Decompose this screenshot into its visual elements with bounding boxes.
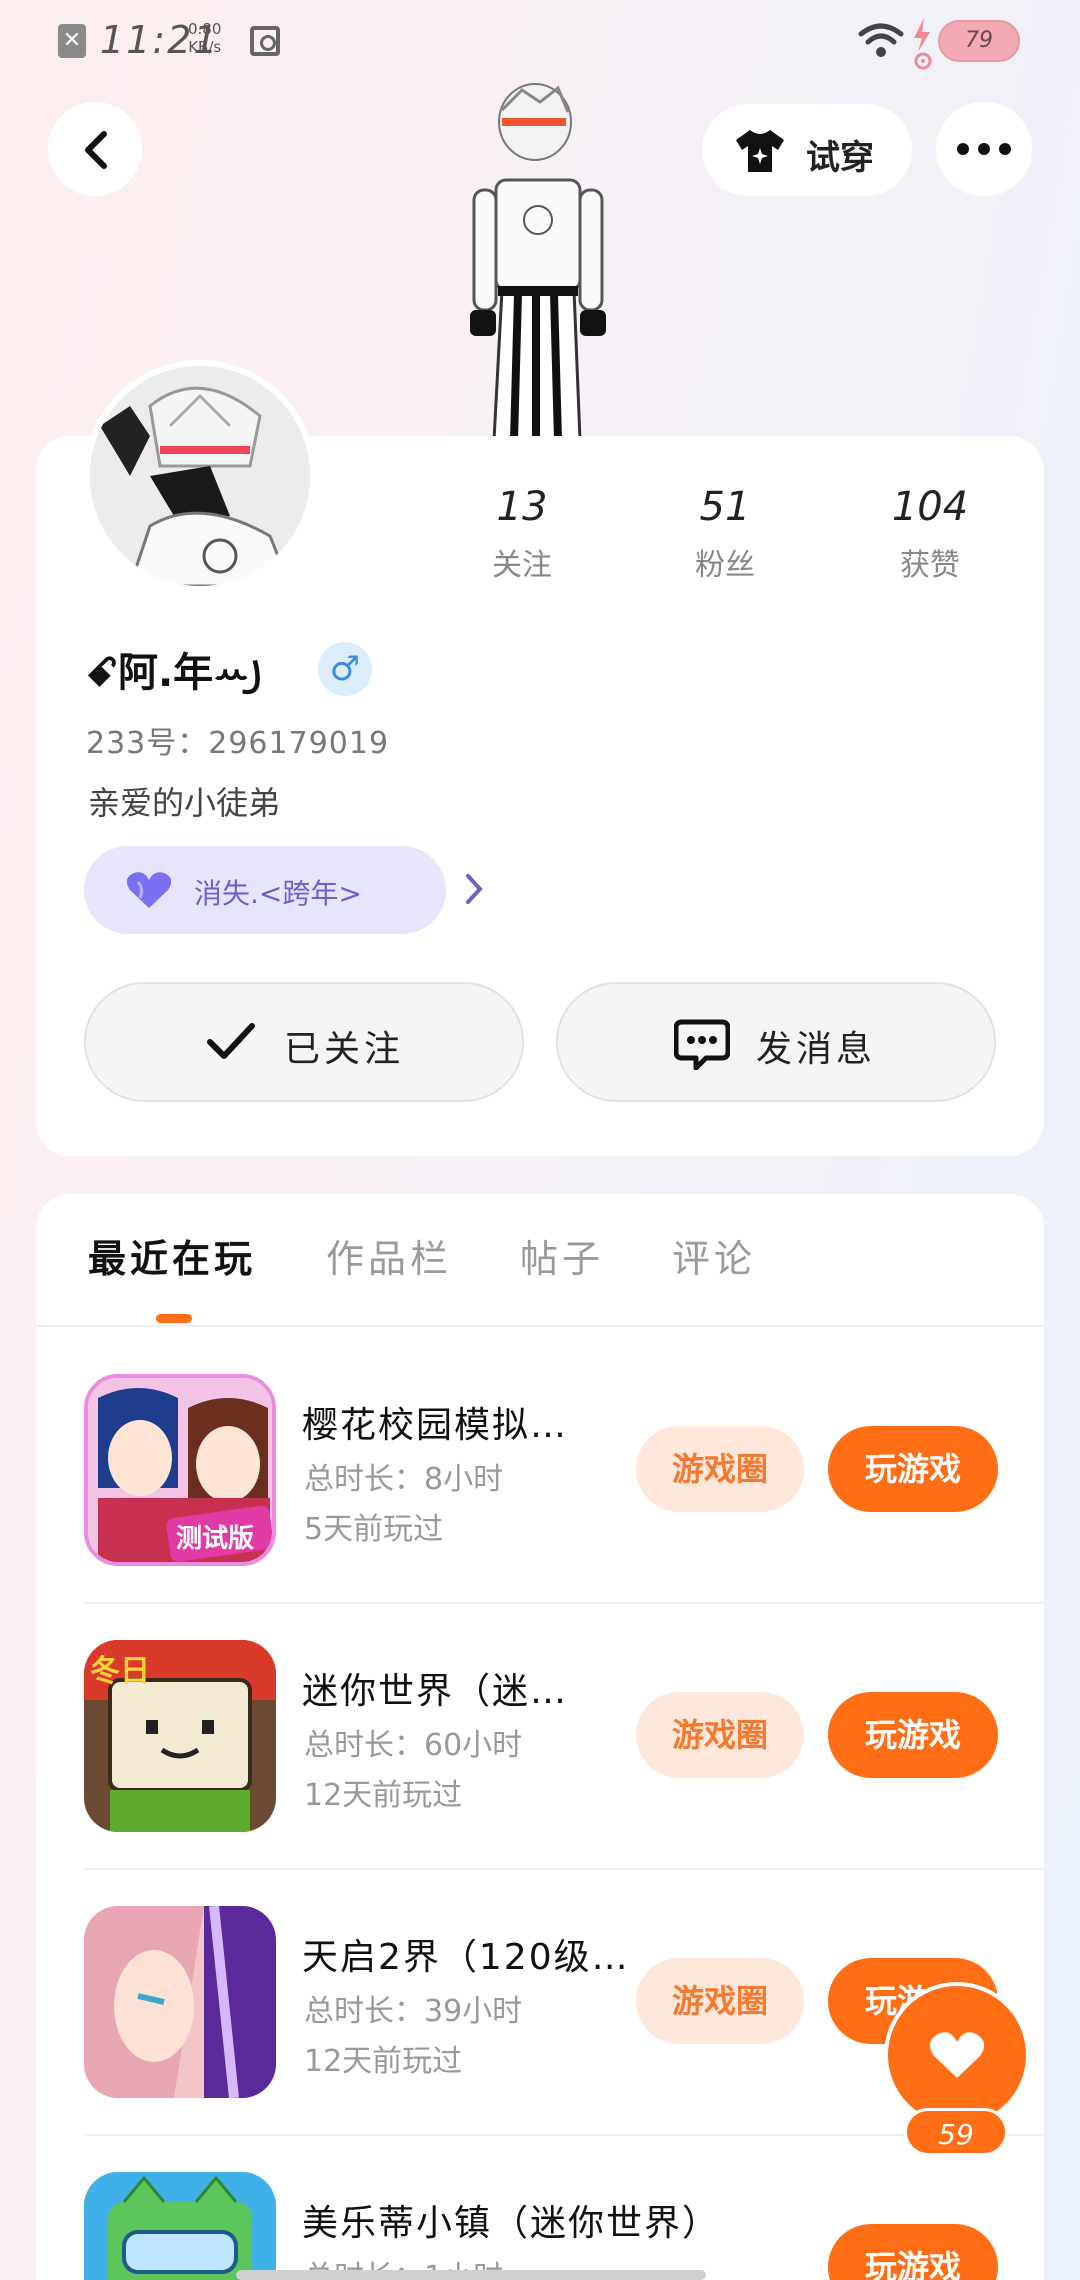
game-name: 美乐蒂小镇（迷你世界） bbox=[302, 2203, 721, 2244]
play-game-button[interactable]: 玩游戏 bbox=[828, 2224, 998, 2280]
game-icon-melody-town[interactable] bbox=[84, 2172, 276, 2280]
stat-value: 104 bbox=[891, 484, 969, 530]
male-gender-icon: ♂ bbox=[318, 642, 372, 696]
stat-likes[interactable]: 104 获赞 bbox=[860, 484, 1000, 584]
stat-value: 51 bbox=[699, 484, 751, 530]
play-game-button[interactable]: 玩游戏 bbox=[828, 1692, 998, 1778]
game-icon-tianqi-2[interactable] bbox=[84, 1906, 276, 2098]
active-tab-indicator bbox=[156, 1314, 192, 1323]
send-message-button[interactable]: 发消息 bbox=[556, 982, 996, 1102]
game-icon-badge: 冬日 bbox=[90, 1654, 150, 1689]
like-floating-button[interactable] bbox=[884, 1982, 1030, 2128]
screenshot-icon bbox=[250, 26, 280, 56]
game-duration: 总时长：39小时 bbox=[304, 1994, 523, 2029]
followed-button[interactable]: 已关注 bbox=[84, 982, 524, 1102]
back-button[interactable] bbox=[48, 102, 142, 196]
try-on-label: 试穿 bbox=[806, 138, 874, 178]
game-circle-button[interactable]: 游戏圈 bbox=[636, 1958, 804, 2044]
tab-posts[interactable]: 帖子 bbox=[520, 1228, 604, 1283]
followed-label: 已关注 bbox=[284, 1029, 405, 1070]
game-icon-sakura-school[interactable]: 测试版 bbox=[84, 1374, 276, 1566]
game-duration: 总时长：60小时 bbox=[304, 1728, 523, 1763]
tab-works[interactable]: 作品栏 bbox=[326, 1228, 452, 1283]
network-speed: 0.80 KB/s bbox=[188, 20, 221, 56]
game-name: 天启2界（120级… bbox=[302, 1937, 630, 1978]
try-on-button[interactable]: 试穿 bbox=[702, 104, 912, 196]
stat-label: 粉丝 bbox=[695, 548, 755, 583]
shirt-icon bbox=[736, 130, 784, 172]
more-dots-icon bbox=[957, 143, 1011, 155]
stat-label: 关注 bbox=[492, 548, 552, 583]
more-options-button[interactable] bbox=[936, 102, 1032, 196]
game-last-played: 5天前玩过 bbox=[304, 1512, 444, 1547]
stat-value: 13 bbox=[496, 484, 548, 530]
stat-label: 获赞 bbox=[900, 548, 960, 583]
tab-divider bbox=[36, 1325, 1044, 1327]
chevron-left-icon bbox=[85, 131, 107, 169]
tab-recently-played[interactable]: 最近在玩 bbox=[88, 1228, 256, 1283]
row-divider bbox=[84, 2134, 1044, 2136]
speed-unit: KB/s bbox=[188, 38, 222, 56]
game-name: 迷你世界（迷… bbox=[302, 1671, 569, 1712]
user-id[interactable]: 233号：296179019 bbox=[86, 718, 389, 762]
battery-indicator: 79 bbox=[938, 20, 1020, 62]
nickname: ꗃ阿.年ꕀ꠸ bbox=[86, 650, 262, 696]
chevron-right-icon bbox=[466, 874, 483, 904]
play-game-button[interactable]: 玩游戏 bbox=[828, 1426, 998, 1512]
game-circle-button[interactable]: 游戏圈 bbox=[636, 1426, 804, 1512]
purple-heart-icon bbox=[126, 872, 172, 908]
like-count: 59 bbox=[904, 2108, 1008, 2156]
send-message-label: 发消息 bbox=[756, 1029, 877, 1070]
game-last-played: 12天前玩过 bbox=[304, 1778, 463, 1813]
tab-comments[interactable]: 评论 bbox=[672, 1228, 756, 1283]
charging-icon bbox=[914, 18, 932, 70]
game-icon-mini-world[interactable]: 冬日 bbox=[84, 1640, 276, 1832]
stat-following[interactable]: 13 关注 bbox=[452, 484, 592, 584]
row-divider bbox=[84, 1868, 1044, 1870]
tag-label: 消失.<跨年> bbox=[194, 877, 362, 910]
game-row[interactable]: 测试版 樱花校园模拟… 总时长：8小时 5天前玩过 游戏圈 玩游戏 bbox=[0, 1374, 1080, 1640]
status-bar: ✕ 11:21 0.80 KB/s 79 bbox=[0, 0, 1080, 90]
relationship-tag[interactable]: 消失.<跨年> bbox=[84, 846, 483, 934]
game-duration: 总时长：8小时 bbox=[304, 1462, 504, 1497]
wifi-icon bbox=[858, 23, 904, 57]
stat-fans[interactable]: 51 粉丝 bbox=[655, 484, 795, 584]
game-circle-button[interactable]: 游戏圈 bbox=[636, 1692, 804, 1778]
game-icon-badge: 测试版 bbox=[176, 1524, 255, 1554]
avatar-image bbox=[90, 366, 310, 586]
speed-value: 0.80 bbox=[188, 20, 222, 38]
avatar[interactable] bbox=[84, 360, 316, 592]
game-last-played: 12天前玩过 bbox=[304, 2044, 463, 2079]
chat-bubble-icon bbox=[674, 1019, 730, 1070]
row-divider bbox=[84, 1602, 1044, 1604]
checkmark-icon bbox=[207, 1023, 255, 1059]
home-indicator[interactable] bbox=[236, 2270, 706, 2280]
notification-x-icon: ✕ bbox=[58, 24, 86, 58]
bio: 亲爱的小徒弟 bbox=[88, 784, 281, 822]
game-row[interactable]: 美乐蒂小镇（迷你世界） 总时长：1小时 玩游戏 bbox=[0, 2172, 1080, 2280]
character-figure bbox=[470, 83, 606, 440]
heart-icon bbox=[929, 2032, 985, 2078]
game-row[interactable]: 冬日 迷你世界（迷… 总时长：60小时 12天前玩过 游戏圈 玩游戏 bbox=[0, 1640, 1080, 1906]
game-name: 樱花校园模拟… bbox=[302, 1405, 569, 1446]
